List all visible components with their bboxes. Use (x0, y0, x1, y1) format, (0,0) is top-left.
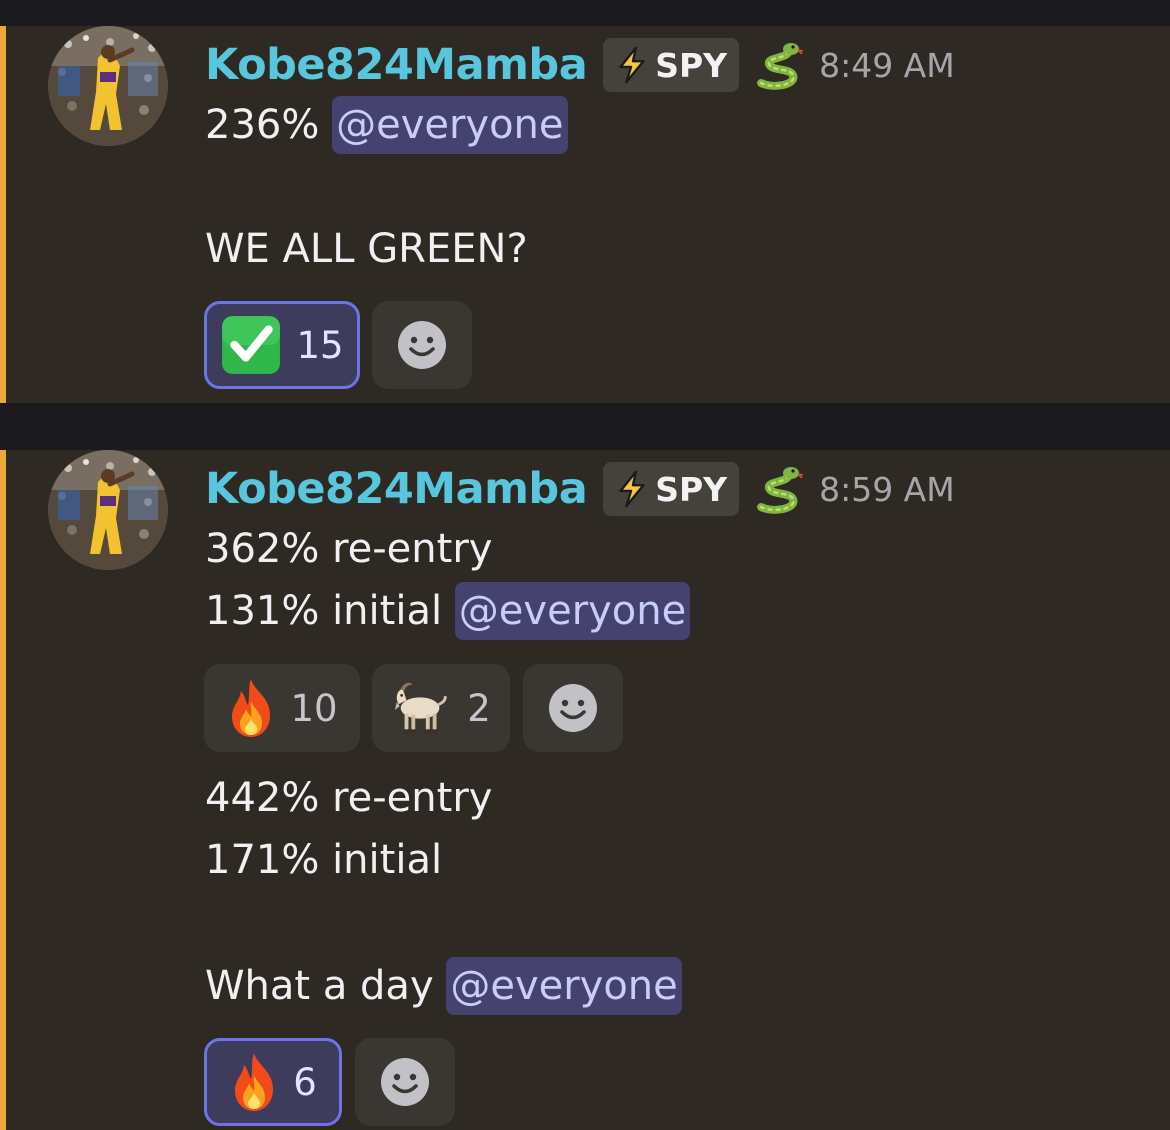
message-text: 442% re-entry (205, 775, 493, 821)
reaction-count: 15 (296, 323, 344, 367)
top-divider-strip (0, 0, 1170, 26)
check-mark-button-icon (220, 314, 282, 376)
role-tag-label: SPY (655, 45, 728, 85)
mention-everyone[interactable]: @everyone (446, 957, 682, 1015)
fire-icon (226, 677, 276, 739)
snake-icon (753, 39, 805, 91)
message-line: 131% initial @everyone (205, 580, 691, 642)
message-text: 362% re-entry (205, 526, 493, 572)
message-divider-strip (0, 403, 1170, 450)
timestamp[interactable]: 8:59 AM (819, 470, 955, 509)
add-reaction-button[interactable] (523, 664, 623, 752)
role-tag[interactable]: SPY (603, 462, 740, 516)
reaction-count: 10 (290, 686, 338, 730)
message-line: 171% initial (205, 829, 442, 891)
mention-everyone[interactable]: @everyone (454, 582, 691, 640)
message-group-2: Kobe824Mamba SPY 8:59 AM 362% re-entry 1… (0, 450, 1170, 1130)
reaction-count: 6 (293, 1060, 317, 1104)
goat-icon (391, 680, 453, 736)
user-avatar[interactable] (48, 450, 168, 570)
username[interactable]: Kobe824Mamba (205, 40, 588, 90)
message-line: What a day @everyone (205, 955, 682, 1017)
message-text: WE ALL GREEN? (205, 226, 528, 272)
add-reaction-button[interactable] (355, 1038, 455, 1126)
mention-everyone[interactable]: @everyone (332, 96, 568, 154)
user-avatar[interactable] (48, 26, 168, 146)
reaction-fire[interactable]: 10 (204, 664, 360, 752)
message-text: 131% initial (205, 588, 455, 634)
smile-add-reaction-icon (548, 683, 598, 733)
message-group-1: Kobe824Mamba SPY 8:49 AM 236% @everyone … (0, 26, 1170, 403)
timestamp[interactable]: 8:49 AM (819, 46, 955, 85)
lightning-icon (613, 46, 651, 84)
reaction-check-mark[interactable]: 15 (204, 301, 360, 389)
smile-add-reaction-icon (397, 320, 447, 370)
reaction-count: 2 (467, 686, 491, 730)
role-tag[interactable]: SPY (603, 38, 740, 92)
message-header: Kobe824Mamba SPY 8:49 AM (205, 36, 955, 94)
message-text: 171% initial (205, 837, 443, 883)
snake-icon (753, 463, 805, 515)
message-text: What a day (205, 963, 447, 1009)
message-header: Kobe824Mamba SPY 8:59 AM (205, 460, 955, 518)
message-line: 442% re-entry (205, 767, 492, 829)
message-text: 236% (205, 102, 333, 148)
message-line: WE ALL GREEN? (205, 218, 528, 280)
username[interactable]: Kobe824Mamba (205, 464, 588, 514)
smile-add-reaction-icon (380, 1057, 430, 1107)
add-reaction-button[interactable] (372, 301, 472, 389)
message-line: 362% re-entry (205, 518, 492, 580)
message-line: 236% @everyone (205, 94, 568, 156)
reaction-goat[interactable]: 2 (372, 664, 510, 752)
reaction-fire[interactable]: 6 (204, 1038, 342, 1126)
fire-icon (229, 1051, 279, 1113)
lightning-icon (613, 470, 651, 508)
role-tag-label: SPY (655, 469, 728, 509)
